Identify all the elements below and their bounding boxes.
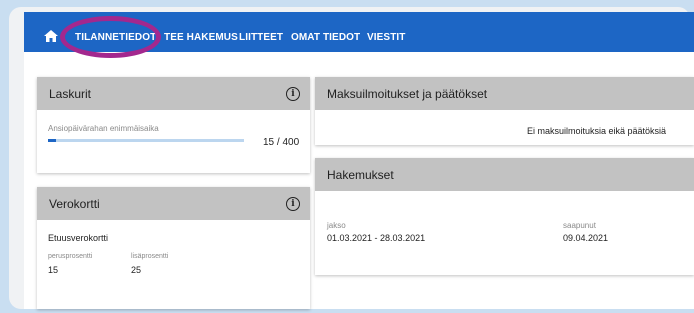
lisaprosentti-value: 25	[131, 265, 142, 275]
progress-track	[48, 139, 244, 142]
verokortti-title: Verokortti	[49, 196, 100, 211]
saapunut-label: saapunut	[563, 221, 596, 230]
laskurit-card: Laskurit i Ansiopäivärahan enimmäisaika …	[37, 77, 310, 173]
hakemukset-title: Hakemukset	[327, 167, 394, 182]
verokortti-subtitle: Etuusverokortti	[48, 233, 109, 243]
hakemukset-header: Hakemukset	[315, 158, 694, 191]
laskurit-header: Laskurit	[37, 77, 310, 110]
progress-value: 15 / 400	[263, 137, 300, 148]
highlight-annotation	[60, 16, 161, 58]
jakso-label: jakso	[327, 221, 346, 230]
verokortti-header: Verokortti	[37, 187, 310, 220]
perusprosentti-label: perusprosentti	[48, 253, 93, 260]
maksuilmoitukset-header: Maksuilmoitukset ja päätökset	[315, 77, 694, 110]
nav-tee-hakemus[interactable]: TEE HAKEMUS	[164, 32, 238, 43]
progress-fill	[48, 139, 56, 142]
info-icon[interactable]: i	[286, 87, 300, 101]
saapunut-value: 09.04.2021	[563, 233, 609, 243]
perusprosentti-value: 15	[48, 265, 59, 275]
nav-viestit[interactable]: VIESTIT	[367, 32, 405, 43]
jakso-value[interactable]: 01.03.2021 - 28.03.2021	[327, 233, 425, 243]
maksuilmoitukset-title: Maksuilmoitukset ja päätökset	[327, 86, 488, 101]
hakemukset-card: Hakemukset jakso 01.03.2021 - 28.03.2021…	[315, 158, 694, 275]
home-icon[interactable]	[44, 30, 58, 42]
nav-liitteet[interactable]: LIITTEET	[239, 32, 283, 43]
maksuilmoitukset-empty-text: Ei maksuilmoituksia eikä päätöksiä	[527, 126, 667, 136]
maksuilmoitukset-card: Maksuilmoitukset ja päätökset Ei maksuil…	[315, 77, 694, 145]
progress-label: Ansiopäivärahan enimmäisaika	[48, 124, 159, 133]
nav-omat-tiedot[interactable]: OMAT TIEDOT	[291, 32, 360, 43]
lisaprosentti-label: lisäprosentti	[131, 253, 169, 260]
verokortti-card: Verokortti i Etuusverokortti perusprosen…	[37, 187, 310, 309]
info-icon[interactable]: i	[286, 197, 300, 211]
laskurit-title: Laskurit	[49, 86, 92, 101]
